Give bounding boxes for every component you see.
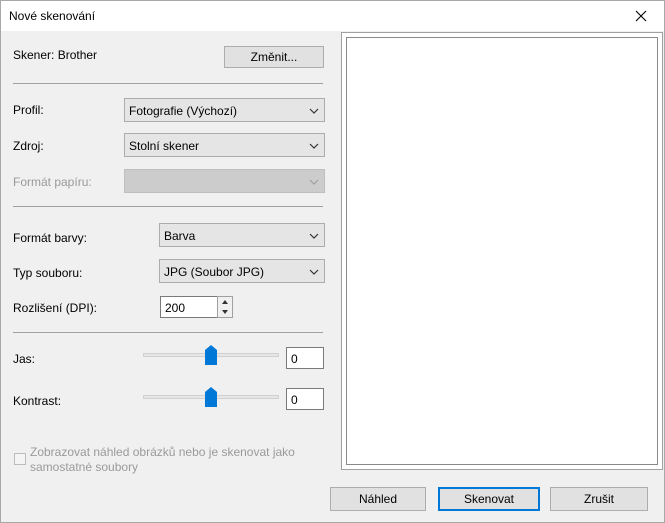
scan-button-label: Skenovat [463, 492, 515, 506]
resolution-value: 200 [165, 301, 186, 315]
chevron-down-icon [309, 143, 319, 149]
brightness-input[interactable]: 0 [286, 347, 324, 369]
separator [13, 83, 323, 84]
color-format-label: Formát barvy: [13, 231, 88, 245]
profile-value: Fotografie (Výchozí) [129, 104, 238, 118]
color-format-select[interactable]: Barva [159, 223, 325, 247]
contrast-slider-thumb[interactable] [205, 387, 217, 407]
close-button[interactable] [618, 1, 664, 31]
profile-select[interactable]: Fotografie (Výchozí) [124, 98, 325, 122]
brightness-slider-thumb[interactable] [205, 345, 217, 365]
resolution-input[interactable]: 200 [160, 296, 218, 318]
brightness-label: Jas: [13, 352, 36, 366]
paper-size-select [124, 169, 325, 193]
source-label: Zdroj: [13, 139, 44, 153]
chevron-down-icon [309, 233, 319, 239]
title-bar: Nové skenování [1, 1, 664, 31]
separate-files-label-line1: Zobrazovat náhled obrázků nebo je skenov… [30, 445, 295, 459]
source-value: Stolní skener [129, 139, 200, 153]
preview-canvas [346, 37, 658, 465]
change-scanner-label: Změnit... [250, 50, 298, 64]
separate-files-label-line2: samostatné soubory [30, 460, 139, 474]
file-type-select[interactable]: JPG (Soubor JPG) [159, 259, 325, 283]
window-title: Nové skenování [9, 9, 96, 23]
profile-label: Profil: [13, 103, 44, 117]
file-type-value: JPG (Soubor JPG) [164, 265, 265, 279]
scan-button[interactable]: Skenovat [438, 487, 540, 511]
resolution-label: Rozlišení (DPI): [13, 301, 98, 315]
resolution-spinner[interactable] [217, 296, 233, 318]
spin-up-icon[interactable] [218, 297, 232, 307]
contrast-value: 0 [291, 393, 298, 407]
color-format-value: Barva [164, 229, 196, 243]
file-type-label: Typ souboru: [13, 266, 83, 280]
source-select[interactable]: Stolní skener [124, 133, 325, 157]
preview-area [341, 32, 663, 470]
paper-size-label: Formát papíru: [13, 175, 92, 189]
cancel-button[interactable]: Zrušit [550, 487, 648, 511]
close-icon [635, 10, 647, 22]
brightness-value: 0 [291, 352, 298, 366]
separator [13, 332, 323, 333]
contrast-label: Kontrast: [13, 394, 62, 408]
spin-down-icon[interactable] [218, 307, 232, 317]
preview-button-label: Náhled [358, 492, 398, 506]
chevron-down-icon [309, 269, 319, 275]
chevron-down-icon [309, 179, 319, 185]
scanner-label: Skener: Brother [13, 48, 98, 62]
separator [13, 206, 323, 207]
change-scanner-button[interactable]: Změnit... [224, 46, 324, 68]
cancel-button-label: Zrušit [584, 492, 614, 506]
scan-dialog: Nové skenování Skener: Brother Změnit...… [0, 0, 665, 523]
separate-files-checkbox[interactable] [14, 453, 26, 465]
preview-button[interactable]: Náhled [330, 487, 426, 511]
chevron-down-icon [309, 108, 319, 114]
contrast-input[interactable]: 0 [286, 388, 324, 410]
